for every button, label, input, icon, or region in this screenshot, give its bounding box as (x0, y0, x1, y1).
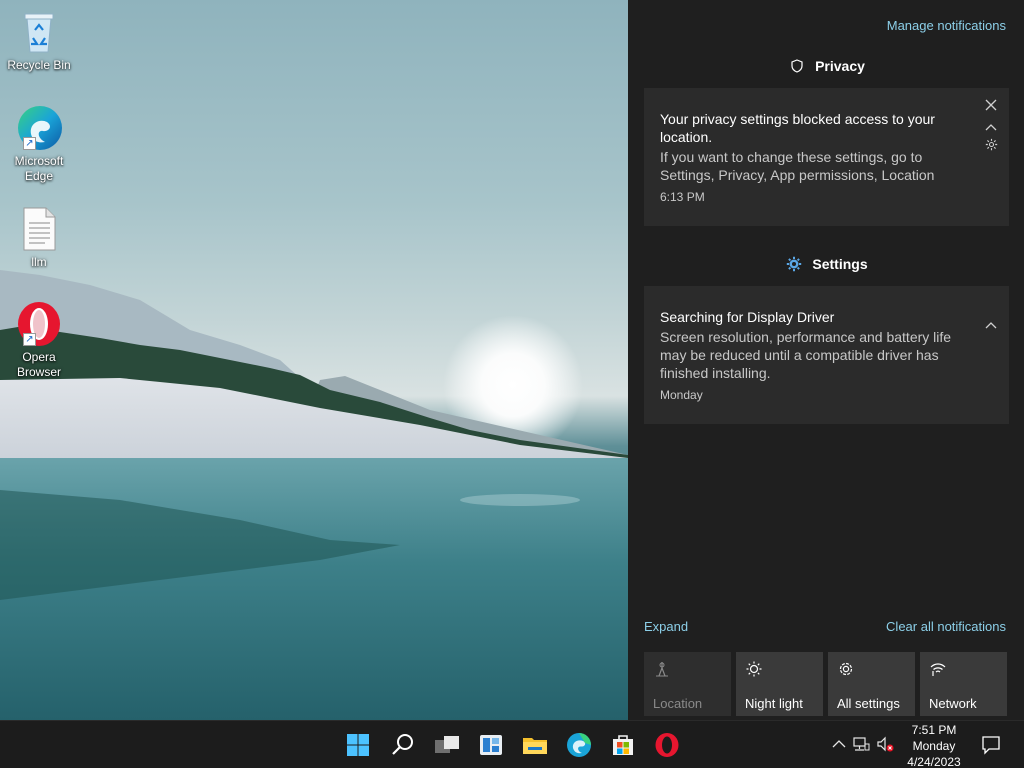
ethernet-icon (853, 737, 870, 751)
desktop-wallpaper: Recycle Bin ↗ Microsoft Edge llm ↗ Opera… (0, 0, 628, 720)
widgets-button[interactable] (475, 729, 507, 761)
desktop-icon-label: Microsoft Edge (14, 154, 64, 183)
desktop-icon-opera-browser[interactable]: ↗ Opera Browser (4, 300, 74, 380)
notification-time: 6:13 PM (660, 190, 705, 204)
quick-action-all-settings[interactable]: All settings (828, 652, 915, 716)
edge-taskbar-button[interactable] (563, 729, 595, 761)
desktop-icon-label: llm (31, 255, 47, 269)
notification-title: Searching for Display Driver (660, 309, 835, 325)
volume-muted-icon (877, 736, 894, 752)
opera-icon: ↗ (15, 300, 63, 348)
clear-all-notifications-link[interactable]: Clear all notifications (886, 619, 1006, 634)
search-button[interactable] (387, 729, 419, 761)
manage-notifications-link[interactable]: Manage notifications (887, 18, 1006, 33)
quick-action-label: Night light (745, 696, 803, 711)
notification-icon (982, 736, 1000, 755)
store-taskbar-button[interactable] (607, 729, 639, 761)
opera-taskbar-button[interactable] (651, 729, 683, 761)
clock-time: 7:51 PM (911, 723, 957, 737)
file-explorer-button[interactable] (519, 729, 551, 761)
notification-body: Screen resolution, performance and batte… (660, 329, 952, 381)
group-app-name: Settings (812, 256, 868, 272)
volume-tray-button[interactable] (876, 735, 894, 753)
gear-icon (837, 660, 855, 678)
close-icon[interactable] (983, 99, 999, 115)
quick-action-network[interactable]: Network (920, 652, 1007, 716)
notification-body: If you want to change these settings, go… (660, 149, 935, 183)
edge-icon (567, 733, 591, 757)
quick-action-label: Network (929, 696, 977, 711)
chevron-up-icon[interactable] (983, 317, 999, 333)
network-tray-button[interactable] (852, 735, 870, 753)
search-icon (392, 734, 413, 755)
store-icon (613, 735, 633, 755)
desktop-icon-microsoft-edge[interactable]: ↗ Microsoft Edge (4, 104, 74, 184)
notification-card-privacy[interactable]: Your privacy settings blocked access to … (644, 88, 1009, 226)
opera-icon (655, 733, 679, 757)
clock-date: 4/24/2023 (907, 755, 961, 768)
task-view-icon (435, 736, 459, 753)
quick-action-label: Location (653, 696, 703, 711)
desktop-icon-label: Opera Browser (16, 350, 61, 379)
show-hidden-icons-button[interactable] (830, 735, 848, 753)
group-app-name: Privacy (815, 58, 865, 74)
network-icon (929, 660, 947, 678)
gear-icon[interactable] (983, 138, 999, 154)
recycle-bin-icon (15, 8, 63, 56)
widgets-icon (480, 735, 502, 755)
wallpaper-lake-scene (0, 270, 628, 720)
windows-logo-icon (347, 734, 369, 756)
notification-group-header-settings[interactable]: Settings (644, 256, 1010, 272)
shortcut-arrow-icon: ↗ (23, 137, 36, 150)
edge-icon: ↗ (15, 104, 63, 152)
location-icon (653, 660, 671, 678)
notification-card-settings[interactable]: Searching for Display Driver Screen reso… (644, 286, 1009, 424)
action-center-panel: Manage notifications Privacy Your privac… (628, 0, 1024, 720)
shortcut-arrow-icon: ↗ (23, 333, 36, 346)
start-button[interactable] (342, 729, 374, 761)
taskbar-clock[interactable]: 7:51 PM Monday 4/24/2023 (900, 721, 968, 768)
notification-title: Your privacy settings blocked access to … (660, 111, 935, 145)
chevron-up-icon (832, 740, 846, 748)
notification-time: Monday (660, 388, 703, 402)
notification-group-header-privacy[interactable]: Privacy (644, 58, 1010, 74)
clock-day: Monday (912, 739, 956, 753)
desktop-icon-llm[interactable]: llm (4, 205, 74, 270)
quick-action-location[interactable]: Location (644, 652, 731, 716)
chevron-up-icon[interactable] (983, 119, 999, 135)
desktop-icon-label: Recycle Bin (7, 58, 71, 72)
settings-app-gear-icon (786, 256, 802, 272)
taskbar: 7:51 PM Monday 4/24/2023 (0, 720, 1024, 768)
expand-quick-actions-link[interactable]: Expand (644, 619, 688, 634)
text-file-icon (15, 205, 63, 253)
folder-icon (523, 738, 547, 754)
quick-action-night-light[interactable]: Night light (736, 652, 823, 716)
notification-center-button[interactable] (974, 729, 1008, 761)
desktop-icon-recycle-bin[interactable]: Recycle Bin (4, 8, 74, 73)
task-view-button[interactable] (431, 729, 463, 761)
quick-action-label: All settings (837, 696, 900, 711)
night-light-icon (745, 660, 763, 678)
shield-icon (789, 58, 805, 74)
